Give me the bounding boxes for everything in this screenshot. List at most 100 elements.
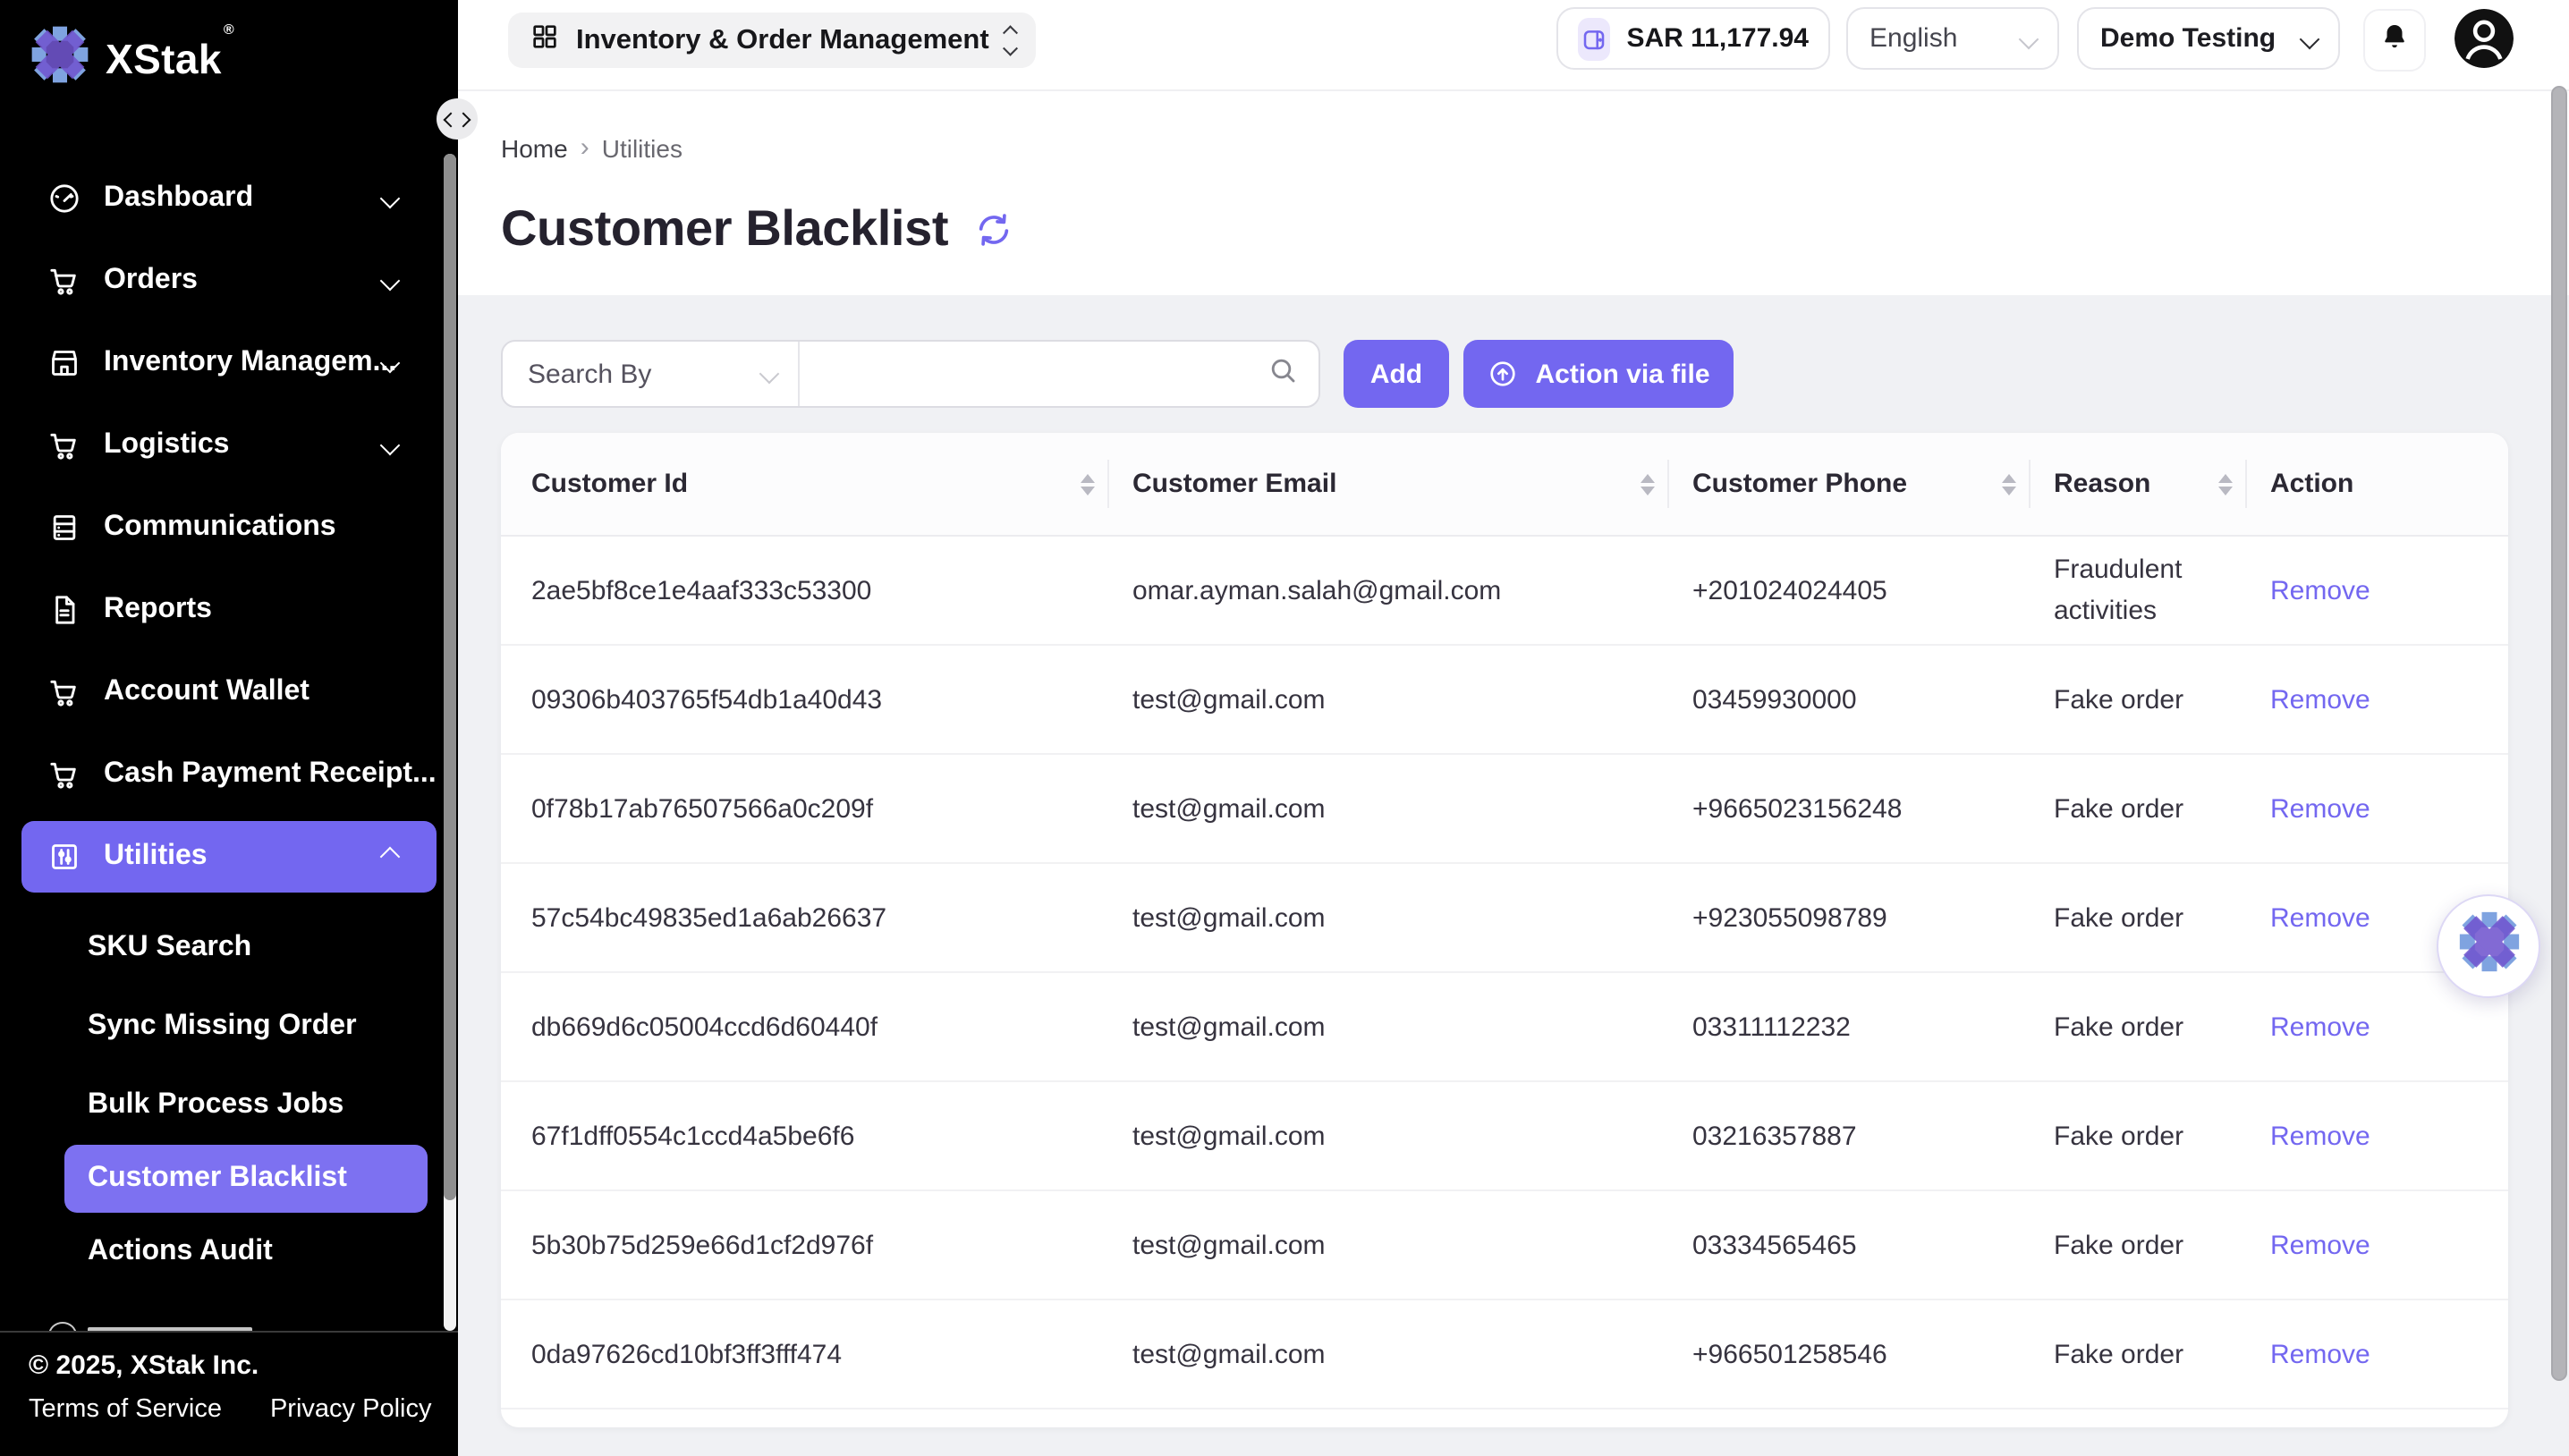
breadcrumb-home[interactable]: Home <box>501 133 568 162</box>
language-selector[interactable]: English <box>1846 7 2059 70</box>
page-scrollbar-thumb[interactable] <box>2551 86 2567 1381</box>
sidebar-item-cash-payment-receipt[interactable]: Cash Payment Receipt... <box>0 733 458 816</box>
chevron-right-icon <box>456 112 471 127</box>
file-icon <box>47 592 82 628</box>
sidebar-item-dashboard[interactable]: Dashboard <box>0 157 458 240</box>
cell-customer-phone: +9665023156248 <box>1667 755 2029 862</box>
action-via-file-button[interactable]: Action via file <box>1463 340 1734 408</box>
table-row: 2ae5bf8ce1e4aaf333c53300 omar.ayman.sala… <box>501 537 2508 646</box>
sidebar-scrollbar-thumb[interactable] <box>444 154 456 1200</box>
xstak-logo-icon <box>2455 909 2522 984</box>
sidebar-item-label: Utilities <box>104 841 208 873</box>
sidebar-item-label: Logistics <box>104 429 229 461</box>
remove-link[interactable]: Remove <box>2270 1224 2370 1266</box>
column-header-action: Action <box>2245 433 2508 535</box>
add-button[interactable]: Add <box>1344 340 1449 408</box>
cell-reason: Fake order <box>2029 1300 2245 1408</box>
avatar-icon <box>2455 9 2514 68</box>
utilities-submenu: SKU Search Sync Missing Order Bulk Proce… <box>0 909 458 1291</box>
table-row: 0da97626cd10bf3ff3fff474 test@gmail.com … <box>501 1300 2508 1409</box>
column-header-customer-id[interactable]: Customer Id <box>501 433 1107 535</box>
sort-icon[interactable] <box>1081 473 1095 495</box>
sidebar-item-orders[interactable]: Orders <box>0 240 458 322</box>
sidebar-subitem-actions-audit[interactable]: Actions Audit <box>0 1213 458 1291</box>
remove-link[interactable]: Remove <box>2270 679 2370 720</box>
cart-icon <box>47 757 82 792</box>
search-by-select[interactable]: Search By <box>503 342 800 406</box>
sidebar-subitem-bulk-process-jobs[interactable]: Bulk Process Jobs <box>0 1066 458 1145</box>
sort-icon[interactable] <box>2218 473 2233 495</box>
column-header-customer-phone[interactable]: Customer Phone <box>1667 433 2029 535</box>
wallet-balance[interactable]: SAR 11,177.94 <box>1556 7 1830 70</box>
remove-link[interactable]: Remove <box>2270 1006 2370 1047</box>
sidebar-item-communications[interactable]: Communications <box>0 487 458 569</box>
cell-customer-email: test@gmail.com <box>1107 755 1667 862</box>
cell-customer-phone: +966501258546 <box>1667 1300 2029 1408</box>
sort-icon[interactable] <box>2002 473 2016 495</box>
breadcrumb-separator: › <box>581 132 589 163</box>
notifications-button[interactable] <box>2363 9 2426 72</box>
column-label: Action <box>2270 469 2353 499</box>
remove-link[interactable]: Remove <box>2270 897 2370 938</box>
sort-icon[interactable] <box>1641 473 1655 495</box>
table-row: 5b30b75d259e66d1cf2d976f test@gmail.com … <box>501 1191 2508 1300</box>
cell-reason: Fake order <box>2029 973 2245 1080</box>
chevron-down-icon <box>2300 29 2320 49</box>
select-arrows-icon <box>1005 29 1015 52</box>
sidebar-footer: © 2025, XStak Inc. Terms of Service Priv… <box>0 1331 458 1456</box>
cell-customer-email: test@gmail.com <box>1107 864 1667 971</box>
sidebar-item-inventory-management[interactable]: Inventory Managem... <box>0 322 458 404</box>
remove-link[interactable]: Remove <box>2270 1333 2370 1375</box>
bell-icon <box>2379 21 2410 60</box>
chat-widget-button[interactable] <box>2437 894 2540 998</box>
sidebar-subitem-sku-search[interactable]: SKU Search <box>0 909 458 987</box>
grid-icon <box>530 21 560 60</box>
cart-icon <box>47 263 82 299</box>
table-row: 57c54bc49835ed1a6ab26637 test@gmail.com … <box>501 864 2508 973</box>
sidebar-scrollbar[interactable] <box>444 154 456 1331</box>
search-input[interactable] <box>818 340 1267 408</box>
upload-icon <box>1487 358 1519 390</box>
search-by-label: Search By <box>528 359 651 389</box>
workspace-selector[interactable]: Inventory & Order Management <box>508 13 1037 68</box>
cell-reason: Fake order <box>2029 755 2245 862</box>
remove-link[interactable]: Remove <box>2270 570 2370 611</box>
refresh-icon[interactable] <box>975 210 1013 248</box>
cell-reason: Fake order <box>2029 1082 2245 1189</box>
breadcrumb: Home › Utilities <box>501 132 683 163</box>
sidebar-item-reports[interactable]: Reports <box>0 569 458 651</box>
user-avatar[interactable] <box>2455 9 2514 68</box>
remove-link[interactable]: Remove <box>2270 1115 2370 1156</box>
chevron-up-icon <box>383 841 397 873</box>
store-selector[interactable]: Demo Testing <box>2077 7 2340 70</box>
search-icon[interactable] <box>1267 353 1299 394</box>
page-title: Customer Blacklist <box>501 200 948 258</box>
cell-customer-id: 5b30b75d259e66d1cf2d976f <box>501 1191 1107 1299</box>
sidebar-subitem-customer-blacklist[interactable]: Customer Blacklist <box>64 1145 428 1213</box>
sidebar-item-utilities[interactable]: Utilities <box>21 821 437 893</box>
sidebar-item-label: Dashboard <box>104 182 253 215</box>
cell-customer-id: 0da97626cd10bf3ff3fff474 <box>501 1300 1107 1408</box>
terms-of-service-link[interactable]: Terms of Service <box>29 1395 222 1424</box>
brand-logo[interactable]: XStak® <box>0 0 458 95</box>
sidebar-item-account-wallet[interactable]: Account Wallet <box>0 651 458 733</box>
remove-link[interactable]: Remove <box>2270 788 2370 829</box>
cart-icon <box>47 674 82 710</box>
page-scrollbar[interactable] <box>2551 86 2567 1381</box>
cell-customer-phone: 03334565465 <box>1667 1191 2029 1299</box>
chevron-down-icon <box>2019 29 2039 49</box>
table-row: 67f1dff0554c1ccd4a5be6f6 test@gmail.com … <box>501 1082 2508 1191</box>
privacy-policy-link[interactable]: Privacy Policy <box>270 1395 432 1424</box>
sidebar-item-logistics[interactable]: Logistics <box>0 404 458 487</box>
column-header-customer-email[interactable]: Customer Email <box>1107 433 1667 535</box>
server-icon <box>47 510 82 546</box>
column-header-reason[interactable]: Reason <box>2029 433 2245 535</box>
language-value: English <box>1870 23 1957 54</box>
cell-customer-email: test@gmail.com <box>1107 1191 1667 1299</box>
column-divider <box>1667 460 1669 508</box>
sidebar-item-label: Cash Payment Receipt... <box>104 758 437 791</box>
sidebar-subitem-sync-missing-order[interactable]: Sync Missing Order <box>0 987 458 1066</box>
sidebar: XStak® Dashboard Orders <box>0 0 458 1456</box>
cell-customer-email: test@gmail.com <box>1107 1300 1667 1408</box>
sidebar-collapse-toggle[interactable] <box>437 98 478 140</box>
